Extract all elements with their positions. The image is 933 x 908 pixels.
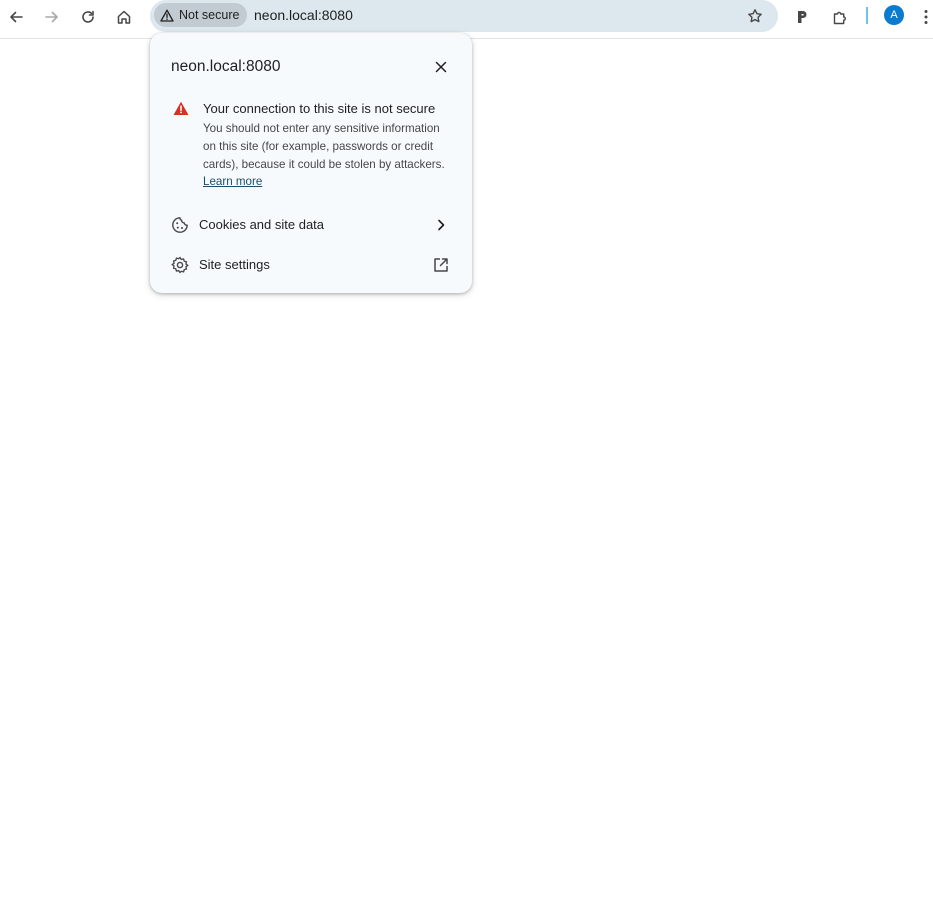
reload-button[interactable] [74,3,102,31]
profile-avatar[interactable]: A [884,5,904,25]
p-extension-button[interactable] [788,3,816,31]
forward-arrow-icon [45,11,58,23]
url-text[interactable]: neon.local:8080 [254,7,353,23]
security-chip-label: Not secure [179,8,240,22]
browser-menu-button[interactable] [916,3,933,31]
browser-toolbar: Not secure neon.local:8080 A [0,0,933,39]
p-extension-icon [798,11,807,23]
address-bar[interactable]: Not secure neon.local:8080 [150,0,778,32]
reload-icon [82,10,94,23]
forward-button[interactable] [38,3,66,31]
bookmark-button[interactable] [742,3,768,29]
kebab-menu-icon [924,10,928,24]
home-button[interactable] [110,3,138,31]
puzzle-icon [833,11,846,24]
security-chip[interactable]: Not secure [154,3,248,27]
back-arrow-icon [10,11,23,23]
page-content [0,39,933,908]
extensions-button[interactable] [826,3,854,31]
back-button[interactable] [2,3,30,31]
star-icon [748,9,762,23]
toolbar-divider [866,7,868,24]
warning-triangle-icon [160,9,174,22]
home-icon [117,10,131,24]
